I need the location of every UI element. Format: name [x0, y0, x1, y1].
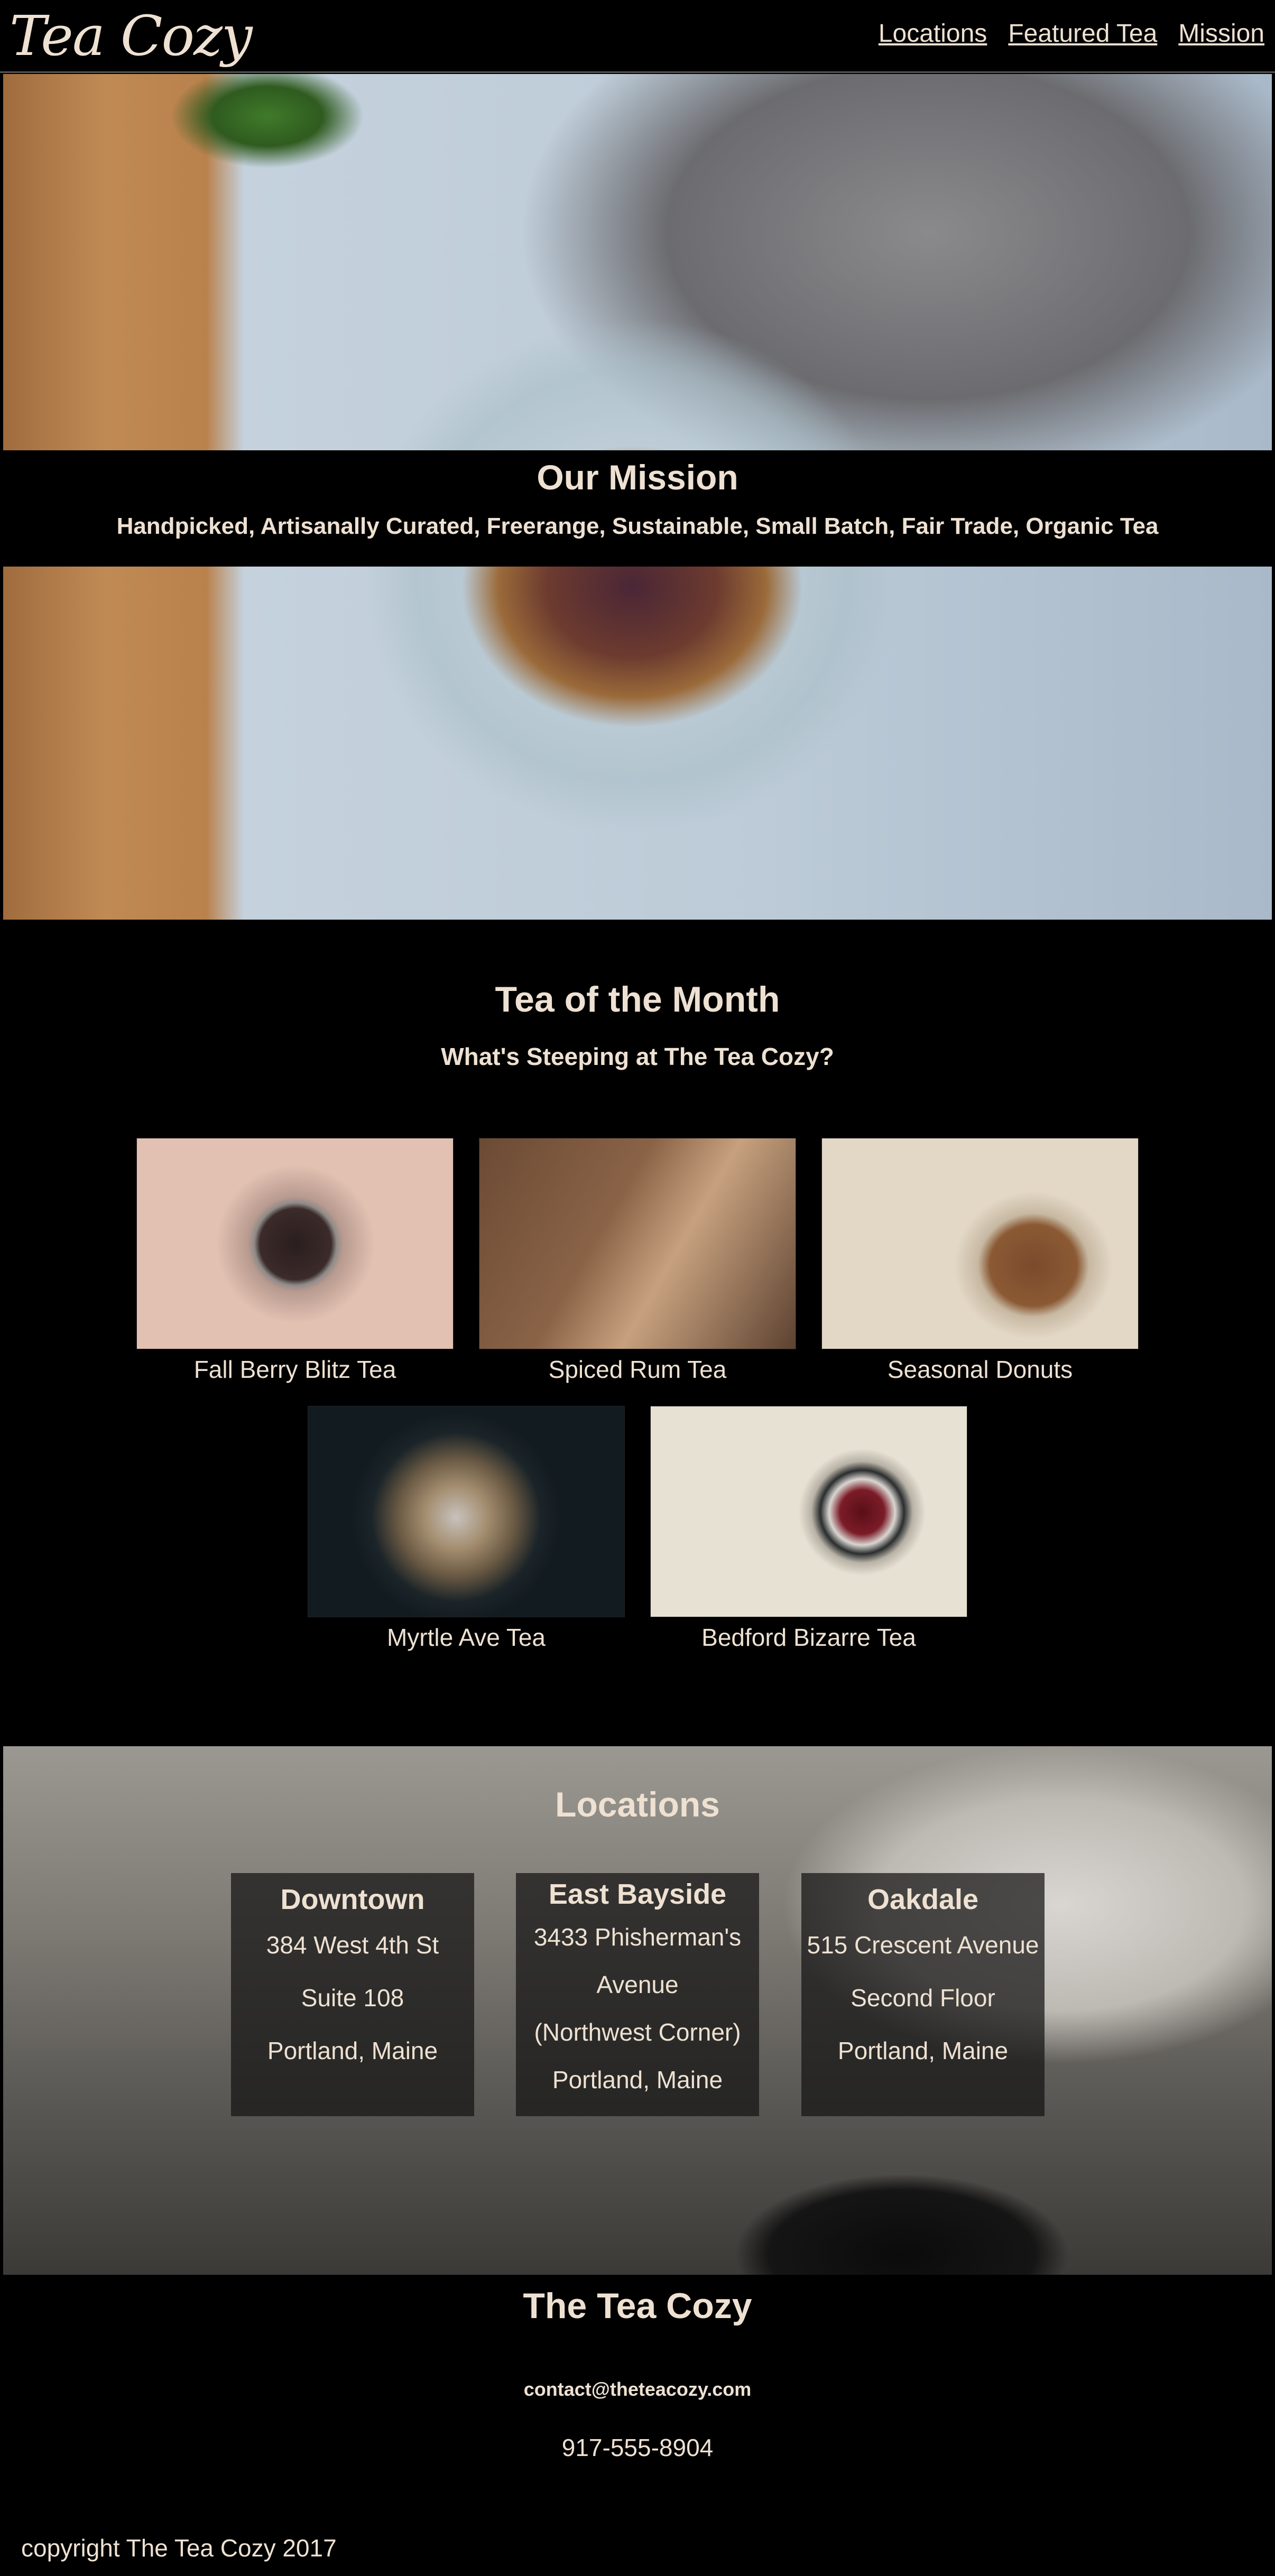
location-address-line: Portland, Maine	[837, 2037, 1009, 2064]
tea-image-fall-berry-blitz	[136, 1138, 454, 1349]
tea-of-month-section: Tea of the Month What's Steeping at The …	[0, 920, 1275, 1744]
tea-image-spiced-rum	[479, 1138, 796, 1349]
nav-link-locations[interactable]: Locations	[879, 18, 987, 50]
tea-caption: Spiced Rum Tea	[548, 1356, 727, 1383]
location-name: Oakdale	[867, 1884, 979, 1915]
tea-of-month-subtitle: What's Steeping at The Tea Cozy?	[441, 1043, 834, 1070]
location-address-line: Portland, Maine	[267, 2037, 438, 2064]
tea-caption: Seasonal Donuts	[887, 1356, 1073, 1383]
footer-title: The Tea Cozy	[523, 2286, 752, 2326]
site-footer: The Tea Cozy contact@theteacozy.com 917-…	[0, 2275, 1275, 2576]
location-name: Downtown	[280, 1884, 425, 1915]
tea-caption: Myrtle Ave Tea	[386, 1624, 546, 1651]
location-address-line: 384 West 4th St	[266, 1931, 439, 1959]
tea-caption: Bedford Bizarre Tea	[701, 1624, 916, 1651]
nav-link-featured-tea[interactable]: Featured Tea	[1008, 18, 1157, 50]
tea-card: Bedford Bizarre Tea	[650, 1406, 967, 1652]
location-address-line: Suite 108	[301, 1984, 404, 2012]
tea-caption: Fall Berry Blitz Tea	[193, 1356, 396, 1383]
location-card-oakdale: Oakdale 515 Crescent Avenue Second Floor…	[801, 1873, 1045, 2116]
location-address-line: 3433 Phisherman's	[533, 1923, 742, 1951]
tea-card: Myrtle Ave Tea	[308, 1406, 625, 1652]
nav-link-mission[interactable]: Mission	[1178, 18, 1264, 50]
location-name: East Bayside	[548, 1878, 727, 1910]
mission-subtitle: Handpicked, Artisanally Curated, Freeran…	[116, 513, 1159, 539]
locations-section: Locations Downtown 384 West 4th St Suite…	[3, 1746, 1272, 2275]
mission-band: Our Mission Handpicked, Artisanally Cura…	[3, 450, 1272, 567]
mission-title: Our Mission	[537, 458, 738, 497]
hero-leaves-decoration	[130, 74, 426, 233]
location-card-east-bayside: East Bayside 3433 Phisherman's Avenue (N…	[516, 1873, 759, 2116]
location-address-line: 515 Crescent Avenue	[807, 1931, 1039, 1959]
tea-image-myrtle-ave	[308, 1406, 625, 1617]
location-address-line: Avenue	[596, 1971, 679, 1998]
tea-of-month-title: Tea of the Month	[495, 979, 780, 1020]
mission-hero-image: Our Mission Handpicked, Artisanally Cura…	[3, 74, 1272, 920]
tea-card: Fall Berry Blitz Tea	[136, 1138, 454, 1384]
locations-title: Locations	[555, 1785, 720, 1824]
tea-card: Seasonal Donuts	[821, 1138, 1139, 1384]
footer-email[interactable]: contact@theteacozy.com	[0, 2378, 1275, 2401]
tea-image-bedford-bizarre	[650, 1406, 967, 1617]
location-card-downtown: Downtown 384 West 4th St Suite 108 Portl…	[231, 1873, 474, 2116]
tea-card: Spiced Rum Tea	[479, 1138, 796, 1384]
footer-phone[interactable]: 917-555-8904	[0, 2433, 1275, 2462]
location-address-line: Portland, Maine	[552, 2066, 723, 2093]
copyright-text: copyright The Tea Cozy 2017	[21, 2534, 337, 2562]
site-logo[interactable]: Tea Cozy	[10, 2, 253, 70]
location-address-line: (Northwest Corner)	[534, 2018, 741, 2046]
site-header: Tea Cozy Locations Featured Tea Mission	[0, 0, 1275, 73]
tea-image-seasonal-donuts	[821, 1138, 1139, 1349]
location-address-line: Second Floor	[851, 1984, 995, 2012]
main-nav: Locations Featured Tea Mission	[879, 18, 1264, 50]
